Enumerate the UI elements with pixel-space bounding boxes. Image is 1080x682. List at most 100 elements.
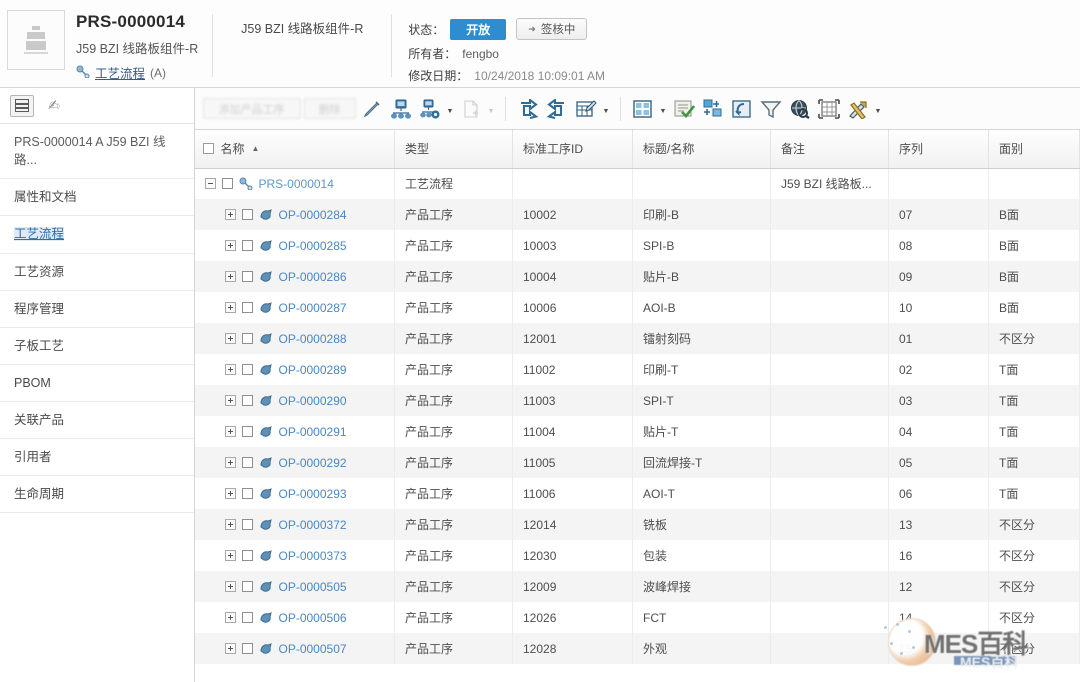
row-id-link[interactable]: OP-0000506: [279, 611, 347, 625]
workflow-button[interactable]: ➜ 签核中: [516, 18, 587, 40]
sort-ascending-icon[interactable]: ▲: [252, 144, 260, 153]
expand-table-icon[interactable]: [816, 96, 842, 122]
row-id-link[interactable]: OP-0000289: [279, 363, 347, 377]
list-view-icon[interactable]: [10, 95, 34, 117]
row-name-cell[interactable]: OP-0000507: [195, 633, 395, 664]
chevron-down-icon[interactable]: ▼: [659, 96, 668, 122]
team-assign-icon[interactable]: [388, 96, 414, 122]
table-row[interactable]: OP-0000289 产品工序 11002 印刷-T 02 T面: [195, 354, 1080, 385]
table-row[interactable]: OP-0000507 产品工序 12028 外观 15 不区分: [195, 633, 1080, 664]
move-up-icon[interactable]: [544, 96, 570, 122]
column-header-title[interactable]: 标题/名称: [633, 130, 771, 168]
row-id-link[interactable]: OP-0000285: [279, 239, 347, 253]
row-checkbox[interactable]: [222, 178, 233, 189]
search-globe-icon[interactable]: [787, 96, 813, 122]
expand-expander-icon[interactable]: [225, 643, 236, 654]
expand-expander-icon[interactable]: [225, 302, 236, 313]
row-checkbox[interactable]: [242, 364, 253, 375]
row-name-cell[interactable]: OP-0000289: [195, 354, 395, 385]
chevron-down-icon[interactable]: ▼: [487, 96, 496, 122]
row-name-cell[interactable]: OP-0000505: [195, 571, 395, 602]
sidebar-item-references[interactable]: 引用者: [0, 439, 194, 476]
table-row[interactable]: OP-0000285 产品工序 10003 SPI-B 08 B面: [195, 230, 1080, 261]
column-header-side[interactable]: 面别: [989, 130, 1080, 168]
row-checkbox[interactable]: [242, 457, 253, 468]
expand-expander-icon[interactable]: [225, 457, 236, 468]
row-id-link[interactable]: OP-0000286: [279, 270, 347, 284]
table-row[interactable]: OP-0000292 产品工序 11005 回流焊接-T 05 T面: [195, 447, 1080, 478]
row-name-cell[interactable]: OP-0000292: [195, 447, 395, 478]
sidebar-item-process-resource[interactable]: 工艺资源: [0, 254, 194, 291]
row-id-link[interactable]: OP-0000373: [279, 549, 347, 563]
move-down-icon[interactable]: [515, 96, 541, 122]
row-checkbox[interactable]: [242, 612, 253, 623]
sidebar-item-pbom[interactable]: PBOM: [0, 365, 194, 402]
filter-funnel-icon[interactable]: [758, 96, 784, 122]
add-operation-button[interactable]: 添加产品工序: [203, 98, 301, 119]
row-name-cell[interactable]: OP-0000285: [195, 230, 395, 261]
row-name-cell[interactable]: OP-0000506: [195, 602, 395, 633]
expand-expander-icon[interactable]: [225, 581, 236, 592]
row-id-link[interactable]: OP-0000284: [279, 208, 347, 222]
row-checkbox[interactable]: [242, 519, 253, 530]
collapse-expander-icon[interactable]: [205, 178, 216, 189]
table-row[interactable]: OP-0000287 产品工序 10006 AOI-B 10 B面: [195, 292, 1080, 323]
delete-button[interactable]: 删除: [304, 98, 356, 119]
column-header-name[interactable]: 名称 ▲: [195, 130, 395, 168]
tools-icon[interactable]: [845, 96, 871, 122]
column-header-type[interactable]: 类型: [395, 130, 513, 168]
row-name-cell[interactable]: OP-0000290: [195, 385, 395, 416]
row-id-link[interactable]: OP-0000372: [279, 518, 347, 532]
table-row[interactable]: OP-0000286 产品工序 10004 贴片-B 09 B面: [195, 261, 1080, 292]
row-checkbox[interactable]: [242, 395, 253, 406]
refresh-icon[interactable]: [729, 96, 755, 122]
table-row[interactable]: OP-0000506 产品工序 12026 FCT 14 不区分: [195, 602, 1080, 633]
chevron-down-icon[interactable]: ▼: [446, 96, 455, 122]
hand-pointer-icon[interactable]: ✍: [42, 95, 66, 117]
table-row[interactable]: OP-0000290 产品工序 11003 SPI-T 03 T面: [195, 385, 1080, 416]
expand-expander-icon[interactable]: [225, 240, 236, 251]
row-id-link[interactable]: OP-0000293: [279, 487, 347, 501]
table-row[interactable]: OP-0000291 产品工序 11004 贴片-T 04 T面: [195, 416, 1080, 447]
row-id-link[interactable]: OP-0000290: [279, 394, 347, 408]
row-id-link[interactable]: OP-0000287: [279, 301, 347, 315]
sidebar-item-subboard-process[interactable]: 子板工艺: [0, 328, 194, 365]
row-checkbox[interactable]: [242, 240, 253, 251]
row-name-cell[interactable]: OP-0000284: [195, 199, 395, 230]
chevron-down-icon[interactable]: ▼: [602, 96, 611, 122]
row-checkbox[interactable]: [242, 302, 253, 313]
chevron-down-icon[interactable]: ▼: [874, 96, 883, 122]
row-id-link[interactable]: PRS-0000014: [259, 177, 334, 191]
sidebar-item-object[interactable]: PRS-0000014 A J59 BZI 线路...: [0, 124, 194, 179]
row-checkbox[interactable]: [242, 333, 253, 344]
row-name-cell[interactable]: OP-0000372: [195, 509, 395, 540]
row-checkbox[interactable]: [242, 488, 253, 499]
column-header-sequence[interactable]: 序列: [889, 130, 989, 168]
sidebar-item-lifecycle[interactable]: 生命周期: [0, 476, 194, 513]
add-block-icon[interactable]: [700, 96, 726, 122]
table-row[interactable]: OP-0000284 产品工序 10002 印刷-B 07 B面: [195, 199, 1080, 230]
sidebar-item-attributes[interactable]: 属性和文档: [0, 179, 194, 216]
table-row[interactable]: PRS-0000014 工艺流程 J59 BZI 线路板...: [195, 168, 1080, 199]
row-checkbox[interactable]: [242, 426, 253, 437]
row-id-link[interactable]: OP-0000291: [279, 425, 347, 439]
table-view-icon[interactable]: [630, 96, 656, 122]
row-name-cell[interactable]: OP-0000287: [195, 292, 395, 323]
row-checkbox[interactable]: [242, 581, 253, 592]
row-id-link[interactable]: OP-0000288: [279, 332, 347, 346]
row-checkbox[interactable]: [242, 643, 253, 654]
row-id-link[interactable]: OP-0000507: [279, 642, 347, 656]
sidebar-item-process-flow[interactable]: 工艺流程: [0, 216, 194, 253]
row-name-cell[interactable]: OP-0000293: [195, 478, 395, 509]
expand-expander-icon[interactable]: [225, 550, 236, 561]
table-row[interactable]: OP-0000373 产品工序 12030 包装 16 不区分: [195, 540, 1080, 571]
process-table-container[interactable]: 名称 ▲ 类型 标准工序ID 标题/名称 备注 序列 面别: [195, 130, 1080, 682]
row-name-cell[interactable]: OP-0000373: [195, 540, 395, 571]
row-name-cell[interactable]: PRS-0000014: [195, 168, 395, 199]
object-type-link[interactable]: 工艺流程: [95, 63, 145, 82]
expand-expander-icon[interactable]: [225, 519, 236, 530]
table-row[interactable]: OP-0000288 产品工序 12001 镭射刻码 01 不区分: [195, 323, 1080, 354]
row-id-link[interactable]: OP-0000505: [279, 580, 347, 594]
checklist-icon[interactable]: [671, 96, 697, 122]
row-name-cell[interactable]: OP-0000291: [195, 416, 395, 447]
